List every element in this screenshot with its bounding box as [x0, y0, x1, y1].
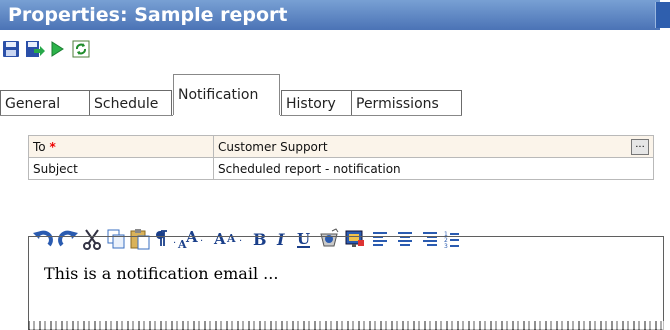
window-title: Properties: Sample report	[8, 4, 288, 26]
to-row: To * Customer Support ...	[28, 135, 654, 158]
tab-permissions[interactable]: Permissions	[351, 90, 462, 116]
tab-strip: General Schedule Notification History Pe…	[0, 72, 670, 116]
to-label-cell: To *	[28, 135, 214, 158]
window-control-button[interactable]	[655, 2, 670, 28]
window-title-bar: Properties: Sample report	[0, 0, 660, 30]
subject-row: Subject Scheduled report - notification	[28, 157, 654, 180]
tab-notification[interactable]: Notification	[173, 74, 280, 116]
email-body-editor[interactable]	[28, 236, 664, 330]
subject-value: Scheduled report - notification	[218, 161, 401, 176]
active-tab-gap	[173, 115, 280, 117]
refresh-icon[interactable]	[72, 40, 90, 58]
to-field[interactable]: Customer Support ...	[213, 135, 654, 158]
save-and-close-icon[interactable]	[25, 40, 45, 58]
email-body-text: This is a notification email ...	[44, 264, 279, 283]
browse-recipients-button[interactable]: ...	[631, 139, 649, 155]
subject-label: Subject	[33, 161, 78, 176]
tab-history[interactable]: History	[281, 90, 352, 116]
tab-general[interactable]: General	[0, 90, 90, 116]
required-marker: *	[49, 139, 56, 154]
subject-label-cell: Subject	[28, 157, 214, 180]
run-icon[interactable]	[48, 40, 66, 58]
to-label: To	[33, 139, 46, 154]
subject-field[interactable]: Scheduled report - notification	[213, 157, 654, 180]
to-value: Customer Support	[218, 139, 328, 154]
editor-bottom-edge	[28, 321, 664, 330]
tab-schedule[interactable]: Schedule	[89, 90, 172, 116]
notification-form: To * Customer Support ... Subject Schedu…	[28, 135, 654, 180]
save-icon[interactable]	[2, 40, 20, 58]
